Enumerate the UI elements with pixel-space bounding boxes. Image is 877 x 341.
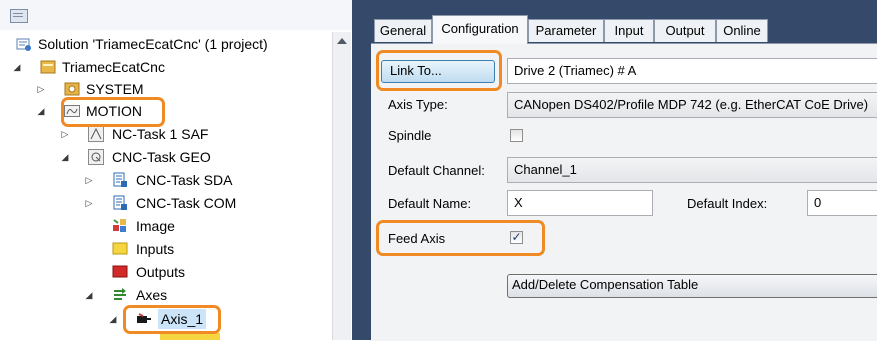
- tab-configuration[interactable]: Configuration: [432, 15, 528, 44]
- tree-item-label: CNC-Task SDA: [136, 172, 233, 188]
- motion-icon: [64, 103, 80, 119]
- default-index-field[interactable]: 0: [807, 190, 877, 216]
- axis-properties-panel: General Configuration Parameter Input Ou…: [360, 0, 877, 341]
- tree-item-label: Outputs: [136, 264, 186, 280]
- image-icon: [112, 218, 128, 234]
- default-name-field[interactable]: X: [507, 190, 653, 216]
- tree-item-label: MOTION: [86, 103, 142, 119]
- compensation-table-button[interactable]: Add/Delete Compensation Table: [507, 274, 877, 298]
- collapse-arrow-icon[interactable]: ◢: [60, 146, 70, 168]
- expand-arrow-icon[interactable]: ▷: [36, 78, 46, 100]
- axis-type-combo[interactable]: CANopen DS402/Profile MDP 742 (e.g. Ethe…: [507, 92, 877, 118]
- cnc-task-sda-icon: [112, 172, 128, 188]
- nc-task-icon: [88, 126, 104, 142]
- tab-general[interactable]: General: [374, 19, 432, 42]
- expand-arrow-icon[interactable]: ▷: [84, 169, 94, 191]
- scroll-up-arrow-icon[interactable]: [337, 38, 347, 44]
- tab-input[interactable]: Input: [604, 19, 654, 42]
- default-channel-label: Default Channel:: [388, 163, 485, 178]
- expand-arrow-icon[interactable]: ▷: [84, 192, 94, 214]
- default-name-label: Default Name:: [388, 196, 472, 211]
- tab-strip: General Configuration Parameter Input Ou…: [360, 0, 877, 46]
- properties-view-icon[interactable]: [10, 9, 28, 23]
- tree-item-system[interactable]: ▷ SYSTEM: [0, 78, 330, 100]
- tree-item-label: Inputs: [136, 241, 175, 257]
- solution-icon: [16, 36, 32, 52]
- panel-splitter[interactable]: [352, 0, 360, 340]
- default-channel-combo[interactable]: Channel_1: [507, 157, 877, 183]
- tree-item-motion[interactable]: ◢ MOTION: [0, 100, 330, 122]
- tree-item-label: SYSTEM: [86, 81, 144, 97]
- spindle-checkbox[interactable]: [510, 129, 523, 142]
- cnc-task-com-icon: [112, 195, 128, 211]
- tree-item-cut-off: [160, 333, 220, 340]
- tree-item-cnc-task-sda[interactable]: ▷ CNC-Task SDA: [0, 169, 330, 191]
- tree-item-label: Axis_1: [158, 309, 207, 329]
- explorer-scrollbar[interactable]: [332, 32, 351, 340]
- inputs-icon: [112, 241, 128, 257]
- tree-item-image[interactable]: Image: [0, 215, 330, 237]
- tree-item-inputs[interactable]: Inputs: [0, 238, 330, 260]
- tree-item-label: TriamecEcatCnc: [62, 59, 165, 75]
- feed-axis-checkbox[interactable]: ✓: [510, 231, 523, 244]
- tab-parameter[interactable]: Parameter: [528, 19, 604, 42]
- tree-item-axis-1[interactable]: ◢ Axis_1: [0, 308, 330, 330]
- tree-item-label: Solution 'TriamecEcatCnc' (1 project): [38, 36, 268, 52]
- solution-explorer: Solution 'TriamecEcatCnc' (1 project) ◢ …: [0, 0, 352, 340]
- collapse-arrow-icon[interactable]: ◢: [108, 308, 118, 330]
- cnc-task-icon: [88, 149, 104, 165]
- tab-online[interactable]: Online: [716, 19, 768, 42]
- system-icon: [64, 81, 80, 97]
- tree-item-cnc-task-geo[interactable]: ◢ CNC-Task GEO: [0, 146, 330, 168]
- axis-type-label: Axis Type:: [388, 97, 448, 112]
- tree-item-label: CNC-Task COM: [136, 195, 237, 211]
- tree-item-label: Image: [136, 218, 175, 234]
- collapse-arrow-icon[interactable]: ◢: [84, 284, 94, 306]
- expand-arrow-icon[interactable]: ▷: [60, 123, 70, 145]
- default-index-label: Default Index:: [687, 196, 768, 211]
- explorer-toolbar: [0, 0, 352, 30]
- tree-item-nc-task-saf[interactable]: ▷ NC-Task 1 SAF: [0, 123, 330, 145]
- tree-item-cnc-task-com[interactable]: ▷ CNC-Task COM: [0, 192, 330, 214]
- feed-axis-label: Feed Axis: [388, 231, 446, 246]
- link-target-field[interactable]: Drive 2 (Triamec) # A: [507, 58, 877, 84]
- tree-item-outputs[interactable]: Outputs: [0, 261, 330, 283]
- tree-item-label: CNC-Task GEO: [112, 149, 211, 165]
- tree-item-label: NC-Task 1 SAF: [112, 126, 209, 142]
- tree-item-axes[interactable]: ◢ Axes: [0, 284, 330, 306]
- project-icon: [40, 59, 56, 75]
- tree-item-project[interactable]: ◢ TriamecEcatCnc: [0, 56, 330, 78]
- tree-item-solution[interactable]: Solution 'TriamecEcatCnc' (1 project): [0, 33, 330, 55]
- tab-output[interactable]: Output: [654, 19, 716, 42]
- tree-item-label: Axes: [136, 287, 168, 303]
- link-to-button[interactable]: Link To...: [381, 60, 495, 83]
- axis-icon: [136, 311, 152, 327]
- collapse-arrow-icon[interactable]: ◢: [36, 100, 46, 122]
- axes-icon: [112, 287, 128, 303]
- collapse-arrow-icon[interactable]: ◢: [12, 56, 22, 78]
- outputs-icon: [112, 264, 128, 280]
- spindle-label: Spindle: [388, 128, 432, 143]
- configuration-page: Link To... Drive 2 (Triamec) # A Axis Ty…: [371, 43, 877, 341]
